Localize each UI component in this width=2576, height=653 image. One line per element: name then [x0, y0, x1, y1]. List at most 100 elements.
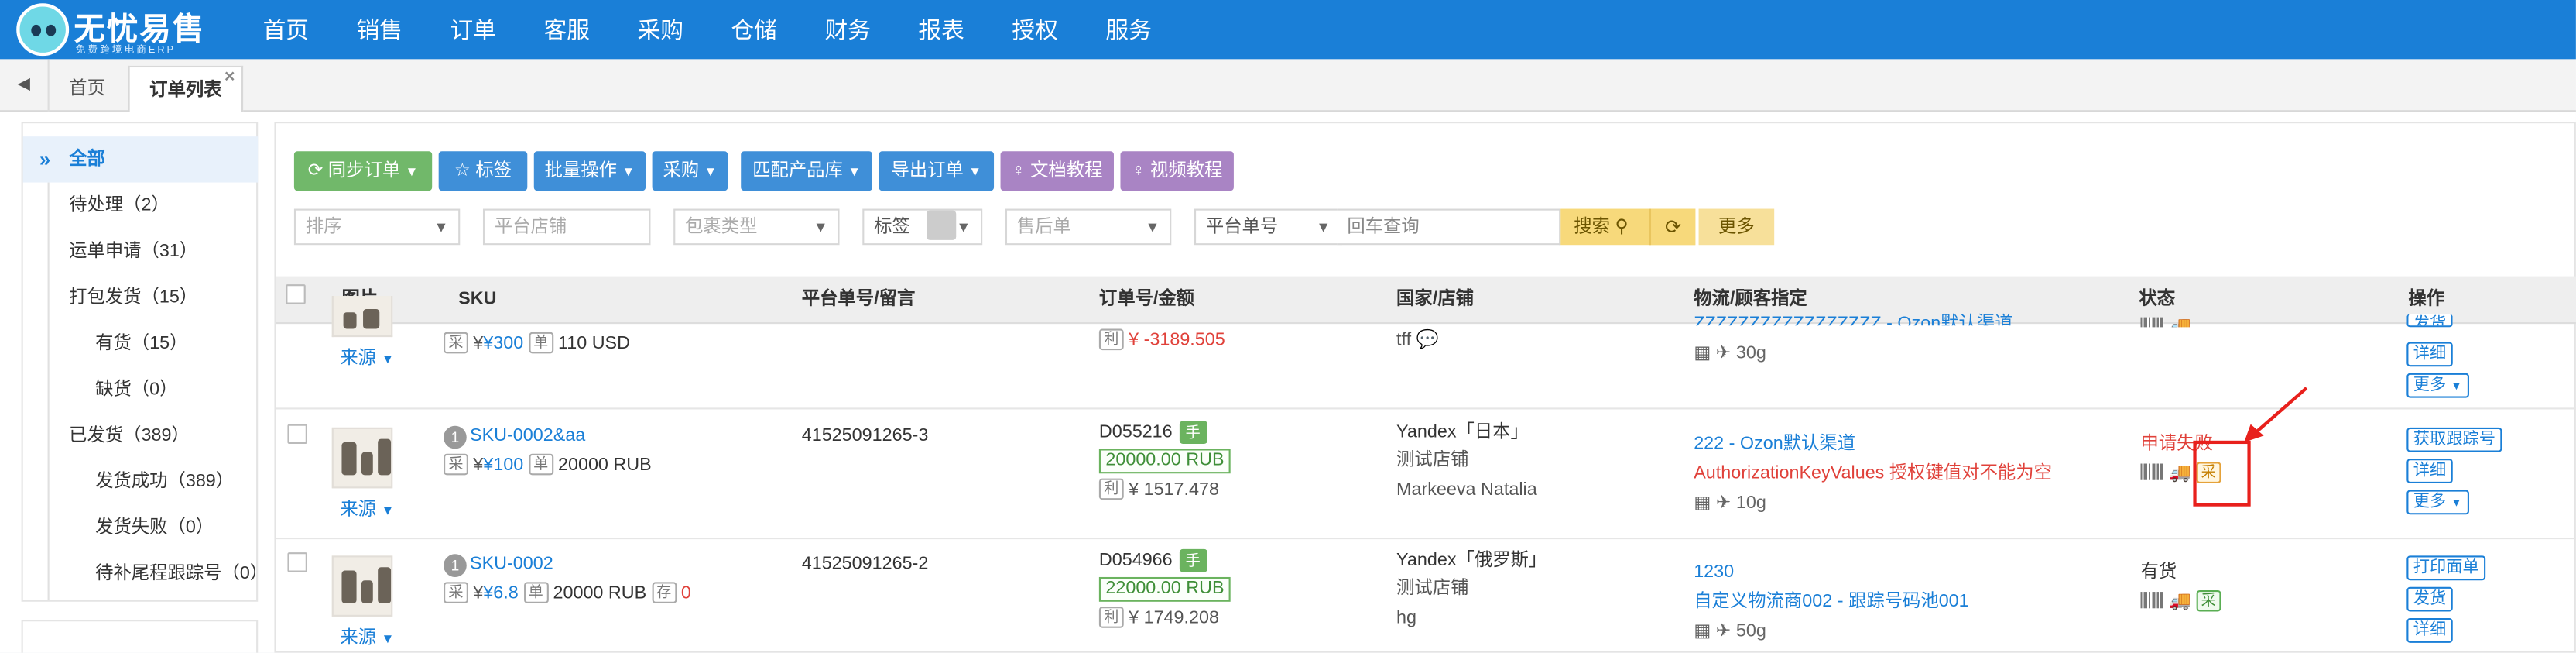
tree-item-out-of-stock[interactable]: 缺货（0） [95, 373, 177, 406]
caret-down-icon: ▼ [381, 503, 395, 518]
nav-home[interactable]: 首页 [263, 0, 309, 59]
source-dropdown[interactable]: 来源 ▼ [340, 498, 394, 523]
unit-price: ¥6.8 [483, 583, 519, 603]
package-type-select[interactable]: 包裹类型 ▼ [673, 208, 840, 246]
order-no[interactable]: D054966 [1099, 551, 1173, 570]
nav-warehouse[interactable]: 仓储 [731, 0, 776, 59]
print-label-button[interactable]: 打印面单 [2406, 555, 2486, 581]
refresh-button[interactable]: ⟳ [1649, 208, 1696, 246]
logistics-error: AuthorizationKeyValues 授权键值对不能为空 [1694, 463, 2052, 483]
app-window: 无忧易售 免费跨境电商ERP 首页 销售 订单 客服 采购 仓储 财务 报表 授… [0, 0, 2576, 653]
unit-tag: 单 [528, 332, 553, 354]
nav-sales[interactable]: 销售 [357, 0, 402, 59]
manual-badge: 手 [1179, 421, 1208, 445]
tag-button-label: 标签 [475, 160, 512, 181]
tag-select-label: 标签 [874, 217, 910, 237]
plane-icon: ✈ [1715, 343, 1732, 364]
shop-input[interactable]: 平台店铺 [482, 208, 651, 246]
nav-orders[interactable]: 订单 [450, 0, 496, 59]
doc-tutorial-button[interactable]: ♀ 文档教程 [1000, 151, 1114, 191]
ship-button[interactable]: 发货 [2406, 586, 2453, 612]
source-dropdown[interactable]: 来源 ▼ [340, 627, 394, 651]
match-product-button[interactable]: 匹配产品库 ▼ [741, 151, 872, 191]
sort-select[interactable]: 排序 ▼ [293, 208, 461, 246]
more-filters-button[interactable]: 更多 [1698, 208, 1775, 246]
tab-order-list-label: 订单列表 [149, 80, 222, 101]
star-icon: ☆ [454, 160, 471, 181]
sku-link[interactable]: SKU-0002 [470, 554, 553, 573]
unit-price: ¥300 [483, 333, 524, 354]
tag-select[interactable]: 标签 ▼ [862, 208, 983, 246]
status-text: 有货 [2140, 562, 2177, 583]
order-no[interactable]: D055216 [1099, 422, 1173, 442]
row-checkbox[interactable] [287, 552, 307, 572]
chat-bubble-icon[interactable]: 💬 [1416, 331, 1439, 350]
sku-amount: 20000 RUB [553, 583, 647, 603]
tree-item-all[interactable]: » 全部 [22, 136, 259, 183]
detail-button[interactable]: 详细 [2406, 618, 2453, 643]
nav-services[interactable]: 服务 [1105, 0, 1151, 59]
product-thumbnail[interactable] [331, 427, 393, 489]
unit-tag: 单 [528, 453, 553, 476]
detail-button[interactable]: 详细 [2406, 459, 2453, 483]
search-button-label: 搜索 [1574, 217, 1610, 237]
ship-button[interactable]: 发货 [2406, 314, 2453, 328]
plane-icon: ✈ [1715, 493, 1732, 514]
tab-order-list[interactable]: 订单列表 × [128, 65, 244, 112]
tree-item-in-stock[interactable]: 有货（15） [95, 327, 187, 359]
aftersale-select-value: 售后单 [1016, 217, 1071, 237]
manual-badge: 手 [1179, 548, 1208, 572]
row-separator [276, 538, 2576, 540]
product-thumbnail[interactable] [331, 555, 393, 617]
shop-name: 测试店铺 [1396, 450, 1469, 471]
tree-item-waybill[interactable]: 运单申请（31） [69, 235, 197, 268]
nav-service[interactable]: 客服 [544, 0, 590, 59]
nav-reports[interactable]: 报表 [918, 0, 964, 59]
detail-button[interactable]: 详细 [2406, 342, 2453, 367]
logistics-channel[interactable]: ZZZZZZZZZZZZZZZZZ - Ozon默认渠道 [1694, 312, 2012, 325]
sku-amount: 20000 RUB [557, 455, 652, 476]
caret-down-icon: ▼ [1145, 218, 1160, 235]
sync-orders-button[interactable]: ⟳ 同步订单 ▼ [293, 151, 433, 191]
logistics-provider[interactable]: 自定义物流商002 - 跟踪号码池001 [1694, 590, 1968, 613]
shop-input-placeholder: 平台店铺 [494, 217, 567, 237]
nav-purchase[interactable]: 采购 [637, 0, 683, 59]
annotation-arrow-icon [2244, 387, 2308, 442]
refresh-icon: ⟳ [1664, 215, 1682, 239]
profit-line: 利 ¥ 1517.478 [1098, 478, 1219, 502]
tag-color-swatch[interactable] [927, 210, 957, 240]
tree-item-ship-failed[interactable]: 发货失败（0） [95, 511, 214, 544]
aftersale-select[interactable]: 售后单 ▼ [1005, 208, 1172, 246]
logistics-channel[interactable]: 1230 [1694, 561, 1734, 584]
nav-finance[interactable]: 财务 [824, 0, 870, 59]
nav-authorize[interactable]: 授权 [1012, 0, 1057, 59]
source-dropdown[interactable]: 来源 ▼ [340, 347, 394, 372]
more-actions-button[interactable]: 更多 ▼ [2406, 373, 2469, 398]
platform-no-select[interactable]: 平台单号 ▼ [1194, 208, 1343, 246]
tag-button[interactable]: ☆ 标签 [438, 151, 528, 191]
export-orders-button[interactable]: 导出订单 ▼ [879, 151, 995, 191]
batch-operation-button[interactable]: 批量操作 ▼ [533, 151, 646, 191]
tree-item-ship-success[interactable]: 发货成功（389） [95, 466, 234, 498]
video-tutorial-button[interactable]: ♀ 视频教程 [1120, 151, 1234, 191]
tree-item-pack-ship[interactable]: 打包发货（15） [69, 281, 197, 314]
caret-down-icon: ▼ [813, 218, 828, 235]
logistics-channel[interactable]: 222 - Ozon默认渠道 [1694, 432, 1855, 455]
tab-prev-arrow-icon[interactable]: ◀ [0, 59, 50, 112]
sku-link[interactable]: SKU-0002&aa [470, 426, 585, 445]
tree-item-shipped[interactable]: 已发货（389） [69, 419, 190, 452]
batch-operation-label: 批量操作 [544, 160, 618, 181]
shop-name: 测试店铺 [1396, 579, 1469, 599]
select-all-checkbox[interactable] [286, 284, 306, 304]
tab-close-icon[interactable]: × [224, 54, 235, 100]
get-tracking-button[interactable]: 获取跟踪号 [2406, 427, 2502, 452]
query-input[interactable]: 回车查询 [1337, 208, 1561, 246]
weight-line: ▦ ✈ 50g [1694, 620, 1766, 641]
more-actions-button[interactable]: 更多 ▼ [2406, 490, 2469, 515]
tree-item-pending[interactable]: 待处理（2） [69, 189, 170, 222]
purchase-button[interactable]: 采购 ▼ [652, 151, 728, 191]
tree-item-tracking-pending[interactable]: 待补尾程跟踪号（0） [95, 557, 268, 589]
row-checkbox[interactable] [287, 424, 307, 445]
tab-home[interactable]: 首页 [50, 66, 125, 112]
product-thumbnail[interactable] [331, 296, 393, 338]
